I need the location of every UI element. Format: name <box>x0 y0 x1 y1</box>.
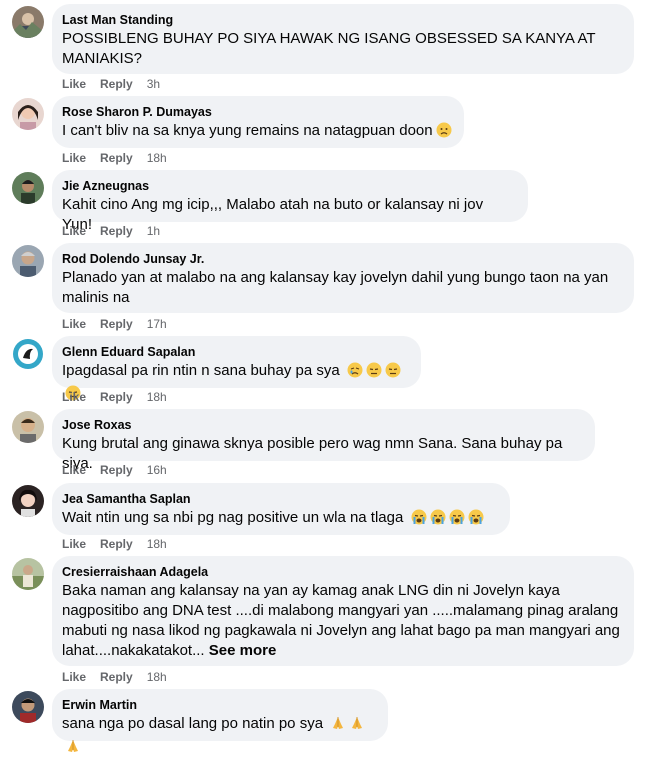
comment-bubble: Last Man Standing POSSIBLENG BUHAY PO SI… <box>52 4 634 74</box>
reply-link[interactable]: Reply <box>100 463 133 477</box>
comment-timestamp[interactable]: 3h <box>147 77 160 91</box>
comment-actions: Like Reply 18h <box>62 669 181 685</box>
comment-bubble: Jie Azneugnas Kahit cino Ang mg icip,,, … <box>52 170 528 233</box>
comment-author[interactable]: Cresierraishaan Adagela <box>62 564 622 580</box>
see-more-link[interactable]: See more <box>209 642 277 659</box>
comment-actions: Like Reply 3h <box>62 76 174 92</box>
like-link[interactable]: Like <box>62 77 86 91</box>
comment-bubble: Glenn Eduard Sapalan Ipagdasal pa rin nt… <box>52 336 421 401</box>
reply-link[interactable]: Reply <box>100 670 133 684</box>
reply-link[interactable]: Reply <box>100 151 133 165</box>
comment-actions: Like Reply 1h <box>62 223 174 239</box>
comment-text: POSSIBLENG BUHAY PO SIYA HAWAK NG ISANG … <box>62 30 596 67</box>
downcast-face-emoji-icon <box>366 362 382 384</box>
loudly-crying-face-emoji-icon <box>468 509 484 531</box>
like-link[interactable]: Like <box>62 537 86 551</box>
comment-author[interactable]: Jose Roxas <box>62 417 583 433</box>
avatar[interactable] <box>12 172 44 204</box>
comment-text: Wait ntin ung sa nbi pg nag positive un … <box>62 508 498 531</box>
like-link[interactable]: Like <box>62 224 86 238</box>
comment-timestamp[interactable]: 18h <box>147 670 167 684</box>
avatar[interactable] <box>12 98 44 130</box>
like-link[interactable]: Like <box>62 463 86 477</box>
comment-author[interactable]: Rod Dolendo Junsay Jr. <box>62 251 622 267</box>
comment-bubble: Cresierraishaan Adagela Baka naman ang k… <box>52 556 634 666</box>
folded-hands-emoji-icon <box>65 738 81 760</box>
like-link[interactable]: Like <box>62 317 86 331</box>
comment-text: sana nga po dasal lang po natin po sya <box>62 714 376 760</box>
comment-author[interactable]: Last Man Standing <box>62 12 622 28</box>
like-link[interactable]: Like <box>62 151 86 165</box>
reply-link[interactable]: Reply <box>100 317 133 331</box>
comment-timestamp[interactable]: 18h <box>147 537 167 551</box>
loudly-crying-face-emoji-icon <box>430 509 446 531</box>
comment-actions: Like Reply 18h <box>62 536 181 552</box>
comment-text: Planado yan at malabo na ang kalansay ka… <box>62 269 609 306</box>
comment-timestamp[interactable]: 18h <box>147 151 167 165</box>
comment-bubble: Jea Samantha Saplan Wait ntin ung sa nbi… <box>52 483 510 535</box>
avatar[interactable] <box>12 558 44 590</box>
comment-bubble: Rose Sharon P. Dumayas I can't bliv na s… <box>52 96 464 148</box>
comment-actions: Like Reply 18h <box>62 389 181 405</box>
downcast-face-emoji-icon <box>385 362 401 384</box>
folded-hands-emoji-icon <box>330 715 346 737</box>
comment-author[interactable]: Rose Sharon P. Dumayas <box>62 104 452 120</box>
comment-bubble: Erwin Martin sana nga po dasal lang po n… <box>52 689 388 752</box>
avatar[interactable] <box>12 485 44 517</box>
comment-author[interactable]: Jie Azneugnas <box>62 178 516 194</box>
reply-link[interactable]: Reply <box>100 77 133 91</box>
comment-author[interactable]: Jea Samantha Saplan <box>62 491 498 507</box>
comment-timestamp[interactable]: 1h <box>147 224 160 238</box>
loudly-crying-face-emoji-icon <box>411 509 427 531</box>
comment-bubble: Jose Roxas Kung brutal ang ginawa sknya … <box>52 409 595 472</box>
avatar[interactable] <box>12 411 44 443</box>
comment-bubble: Rod Dolendo Junsay Jr. Planado yan at ma… <box>52 243 634 313</box>
avatar[interactable] <box>12 691 44 723</box>
sad-face-emoji-icon <box>436 122 452 144</box>
crying-face-emoji-icon <box>347 362 363 384</box>
reply-link[interactable]: Reply <box>100 390 133 404</box>
comment-author[interactable]: Glenn Eduard Sapalan <box>62 344 409 360</box>
comment-timestamp[interactable]: 17h <box>147 317 167 331</box>
reply-link[interactable]: Reply <box>100 537 133 551</box>
loudly-crying-face-emoji-icon <box>449 509 465 531</box>
comment-text: Baka naman ang kalansay na yan ay kamag … <box>62 582 620 659</box>
comment-text: I can't bliv na sa knya yung remains na … <box>62 121 452 144</box>
reply-link[interactable]: Reply <box>100 224 133 238</box>
comment-actions: Like Reply 17h <box>62 316 181 332</box>
comment-timestamp[interactable]: 18h <box>147 390 167 404</box>
like-link[interactable]: Like <box>62 670 86 684</box>
comment-actions: Like Reply 18h <box>62 150 181 166</box>
avatar[interactable] <box>12 245 44 277</box>
avatar[interactable] <box>12 6 44 38</box>
comment-actions: Like Reply 16h <box>62 462 181 478</box>
like-link[interactable]: Like <box>62 390 86 404</box>
folded-hands-emoji-icon <box>349 715 365 737</box>
comment-timestamp[interactable]: 16h <box>147 463 167 477</box>
avatar[interactable] <box>12 338 44 370</box>
comment-author[interactable]: Erwin Martin <box>62 697 376 713</box>
